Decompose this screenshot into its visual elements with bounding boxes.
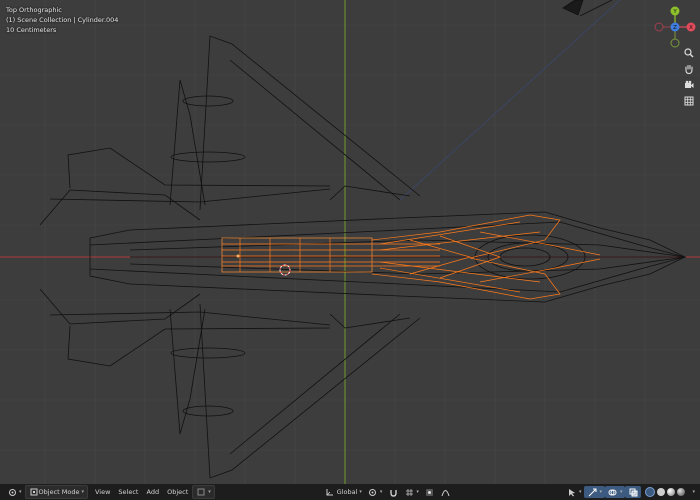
chevron-down-icon: ▾ [359, 489, 362, 495]
proportional-dot-icon [425, 487, 435, 497]
partial-object [562, 0, 584, 16]
scale-line: 10 Centimeters [6, 26, 57, 34]
camera-guide-line [399, 0, 621, 201]
magnet-icon [388, 487, 398, 497]
xray-toggle[interactable] [625, 486, 642, 498]
empty-square-icon [196, 487, 206, 497]
scene-canvas[interactable] [0, 0, 700, 500]
cursor-arrow-icon [567, 487, 577, 497]
viewport-header: ▾ Object Mode ▾ View Select Add Object ▾… [0, 484, 700, 500]
partial-object-edge [579, 0, 613, 17]
menu-select[interactable]: Select [114, 488, 142, 496]
pivot-point-dropdown[interactable]: ▾ [365, 486, 386, 498]
gizmo-toggle[interactable]: ▾ [584, 486, 605, 498]
navigation-gizmo[interactable]: Y X Z [652, 4, 698, 50]
hand-pan-icon [684, 64, 693, 74]
proportional-editing-toggle[interactable] [422, 486, 438, 498]
orientation-axes-icon [325, 487, 335, 497]
gizmo-x-label: X [689, 25, 693, 31]
overlays-icon [608, 487, 618, 497]
menu-object[interactable]: Object [163, 488, 192, 496]
collection-line: (1) Scene Collection | Cylinder.004 [6, 16, 119, 24]
snap-target-dropdown[interactable]: ▾ [401, 486, 422, 498]
snap-toggle[interactable] [385, 486, 401, 498]
falloff-curve-icon [441, 487, 451, 497]
wireframe-shading-icon[interactable] [645, 487, 656, 497]
overlays-toggle[interactable]: ▾ [604, 486, 626, 498]
chevron-down-icon: ▾ [599, 489, 602, 495]
selectability-dropdown[interactable]: ▾ [564, 486, 585, 498]
pivot-icon [368, 487, 378, 497]
gizmo-y-negative[interactable] [670, 38, 680, 48]
ortho-toggle-button[interactable] [681, 93, 696, 108]
transform-orientation-dropdown[interactable]: Global ▾ [322, 486, 365, 498]
chevron-down-icon: ▾ [416, 489, 419, 495]
zoom-icon [683, 47, 693, 57]
viewport-editor-icon [7, 487, 17, 497]
3d-cursor[interactable] [279, 264, 291, 276]
material-shading-icon[interactable] [667, 488, 676, 496]
orientation-label: Global [336, 488, 358, 496]
gizmo-arrows-icon [587, 487, 597, 497]
chevron-down-icon: ▾ [619, 489, 623, 495]
3d-viewport[interactable]: Top Orthographic (1) Scene Collection | … [0, 0, 700, 500]
mode-label: Object Mode [38, 488, 80, 496]
object-origin [236, 254, 240, 258]
object-gizmo-dropdown[interactable]: ▾ [192, 485, 215, 499]
grid [0, 0, 700, 484]
menu-add[interactable]: Add [142, 488, 163, 496]
chevron-down-icon: ▾ [379, 489, 383, 495]
chevron-down-icon: ▾ [81, 489, 84, 495]
object-mode-icon [29, 487, 39, 497]
snap-grid-icon [404, 487, 414, 497]
rendered-shading-icon[interactable] [677, 488, 686, 496]
shading-modes [645, 487, 687, 497]
gizmo-x-negative[interactable] [654, 22, 664, 32]
solid-shading-icon[interactable] [657, 488, 666, 496]
camera-icon [684, 80, 693, 88]
zoom-button[interactable] [681, 45, 696, 60]
chevron-down-icon: ▾ [19, 489, 22, 495]
aircraft-wireframe[interactable] [39, 35, 687, 479]
editor-type-button[interactable]: ▾ [4, 486, 25, 498]
chevron-down-icon: ▾ [208, 489, 211, 495]
grid-icon [684, 96, 693, 105]
mode-dropdown[interactable]: Object Mode ▾ [24, 485, 88, 499]
falloff-dropdown[interactable] [438, 486, 454, 498]
xray-icon [628, 487, 638, 497]
gizmo-y-label: Y [672, 9, 677, 15]
chevron-down-icon: ▾ [578, 489, 582, 495]
view-name: Top Orthographic [6, 6, 62, 14]
viewport-info: Top Orthographic (1) Scene Collection | … [6, 5, 118, 35]
gizmo-z-label: Z [673, 25, 677, 31]
menu-view[interactable]: View [91, 488, 114, 496]
camera-view-button[interactable] [681, 77, 696, 92]
chevron-down-icon: ▾ [692, 489, 695, 495]
pan-button[interactable] [681, 61, 696, 76]
shading-options-dropdown[interactable]: ▾ [687, 486, 698, 498]
